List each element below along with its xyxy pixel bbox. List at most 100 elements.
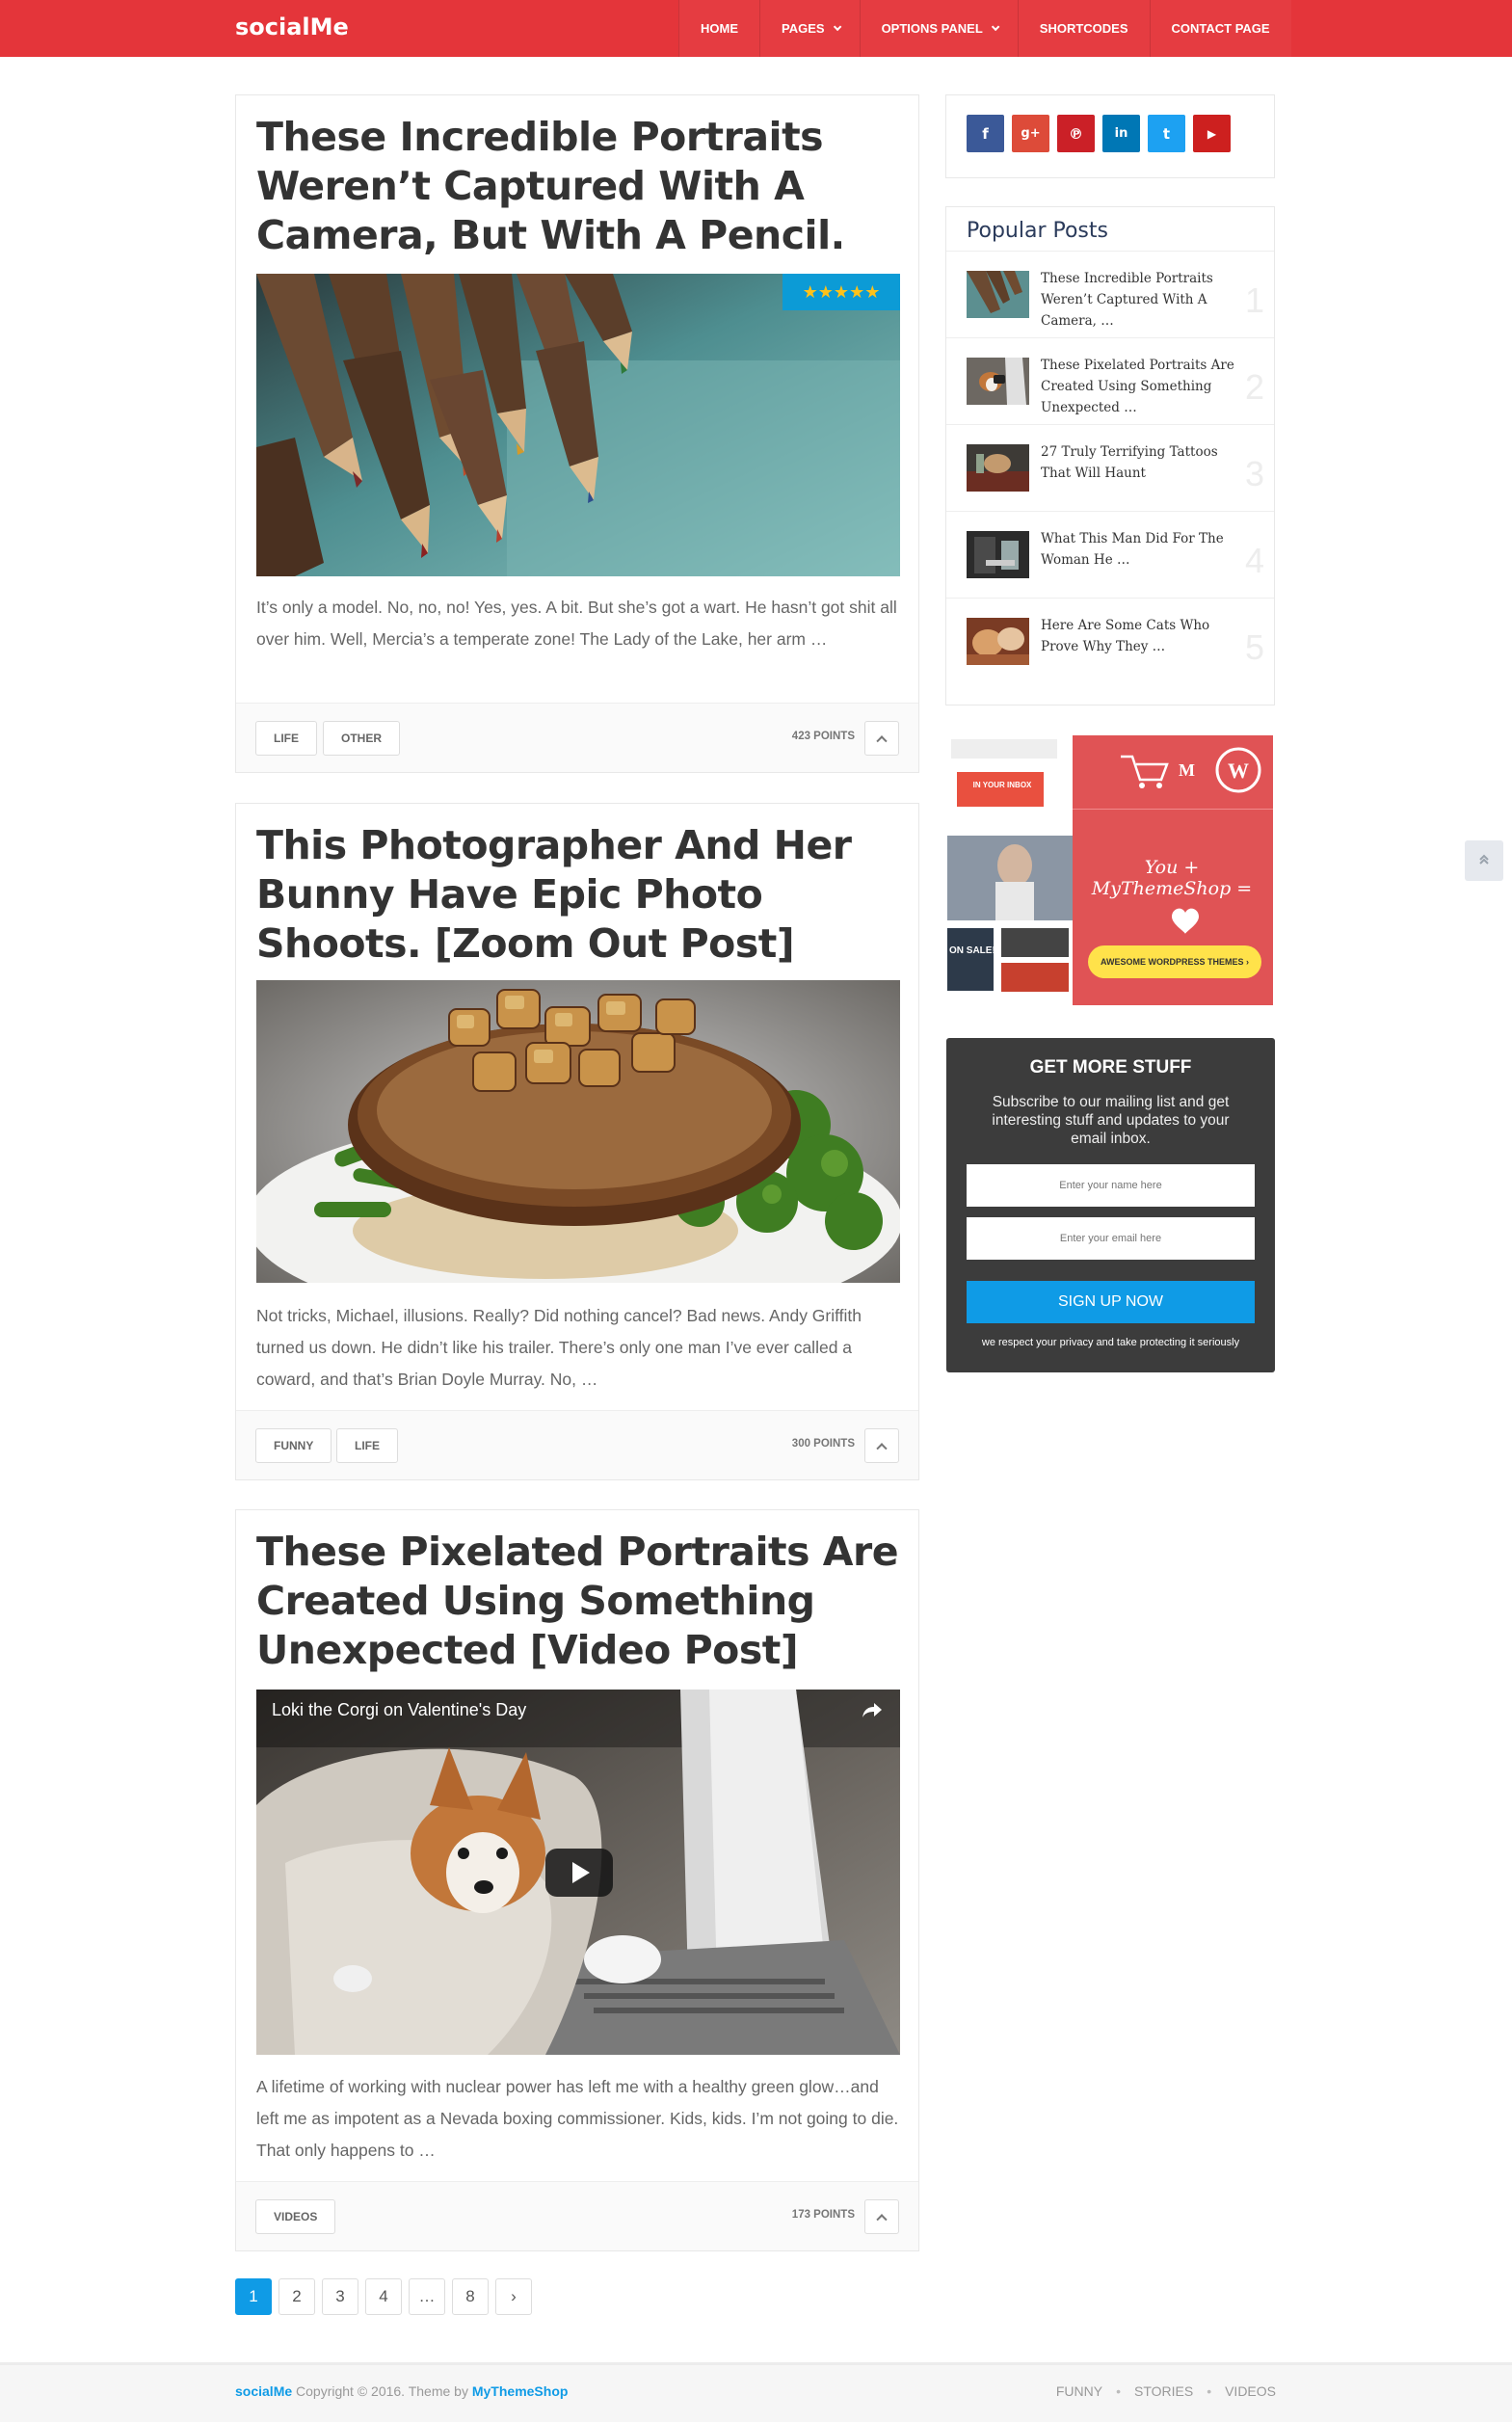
popular-posts-list: These Incredible Portraits Weren’t Captu… — [946, 251, 1274, 685]
chevron-down-icon — [991, 22, 1000, 31]
nav-options-label: OPTIONS PANEL — [881, 21, 983, 36]
post-footer: LIFE OTHER 423 POINTS — [236, 703, 918, 772]
popular-post-title[interactable]: These Pixelated Portraits Are Created Us… — [1041, 355, 1238, 418]
popular-posts-widget: Popular Posts These Incredible Portraits… — [945, 206, 1275, 705]
points-count: 300 POINTS — [791, 1438, 855, 1450]
pencils-illustration — [256, 274, 900, 576]
footer-link-videos[interactable]: VIDEOS — [1225, 2383, 1276, 2399]
colored-pencils-image[interactable]: ★★★★★ — [256, 274, 900, 576]
post-footer: FUNNY LIFE 300 POINTS — [236, 1410, 918, 1479]
corgi-video[interactable]: Loki the Corgi on Valentine's Day — [256, 1690, 900, 2055]
site-logo[interactable]: socialMe — [235, 13, 349, 40]
pinterest-icon[interactable]: ℗ — [1057, 115, 1095, 152]
footer-link-stories[interactable]: STORIES — [1134, 2383, 1193, 2399]
svg-text:M: M — [1179, 760, 1195, 780]
separator-dot: • — [1207, 2383, 1212, 2399]
upvote-button[interactable] — [864, 2199, 899, 2234]
nav-options-panel[interactable]: OPTIONS PANEL — [859, 0, 1018, 57]
chevron-up-icon — [876, 735, 888, 747]
double-chevron-up-icon — [1477, 853, 1491, 869]
nav-pages[interactable]: PAGES — [759, 0, 860, 57]
separator-dot: • — [1116, 2383, 1121, 2399]
page-2[interactable]: 2 — [279, 2278, 315, 2315]
tag-life[interactable]: LIFE — [336, 1428, 398, 1463]
popular-post-rank: 3 — [1244, 454, 1264, 493]
popular-post-title[interactable]: Here Are Some Cats Who Prove Why They … — [1041, 615, 1238, 657]
chevron-up-icon — [876, 1443, 888, 1454]
tag-life[interactable]: LIFE — [255, 721, 317, 756]
popular-post-thumbnail[interactable] — [967, 271, 1029, 318]
video-title[interactable]: Loki the Corgi on Valentine's Day — [272, 1700, 526, 1720]
post-title[interactable]: These Pixelated Portraits Are Created Us… — [256, 1528, 912, 1675]
back-to-top-button[interactable] — [1465, 840, 1503, 881]
page-8[interactable]: 8 — [452, 2278, 489, 2315]
nav-shortcodes-label: SHORTCODES — [1039, 21, 1128, 36]
footer-brand-link[interactable]: socialMe — [235, 2383, 292, 2399]
name-field[interactable] — [967, 1164, 1255, 1207]
star-rating-badge: ★★★★★ — [783, 274, 900, 310]
twitter-icon[interactable]: t — [1148, 115, 1185, 152]
popular-post-item[interactable]: Here Are Some Cats Who Prove Why They … … — [946, 599, 1274, 685]
steak-illustration — [256, 980, 900, 1283]
popular-post-thumbnail[interactable] — [967, 618, 1029, 665]
popular-post-title[interactable]: These Incredible Portraits Weren’t Captu… — [1041, 268, 1238, 332]
next-page-button[interactable]: › — [495, 2278, 532, 2315]
post-excerpt: It’s only a model. No, no, no! Yes, yes.… — [256, 598, 897, 649]
page-1[interactable]: 1 — [235, 2278, 272, 2315]
tag-videos[interactable]: VIDEOS — [255, 2199, 336, 2234]
popular-post-thumbnail[interactable] — [967, 531, 1029, 578]
upvote-button[interactable] — [864, 721, 899, 756]
post-title[interactable]: This Photographer And Her Bunny Have Epi… — [256, 821, 912, 969]
grilled-steak-image[interactable] — [256, 980, 900, 1283]
nav-contact-page[interactable]: CONTACT PAGE — [1149, 0, 1291, 57]
nav-home[interactable]: HOME — [678, 0, 759, 57]
popular-post-item[interactable]: 27 Truly Terrifying Tattoos That Will Ha… — [946, 425, 1274, 512]
youtube-icon[interactable]: ▶ — [1193, 115, 1231, 152]
popular-post-rank: 4 — [1244, 541, 1264, 580]
widget-title: Popular Posts — [967, 219, 1108, 243]
facebook-icon[interactable]: f — [967, 115, 1004, 152]
ad-cta-button[interactable]: AWESOME WORDPRESS THEMES › — [1088, 945, 1261, 978]
points-count: 173 POINTS — [791, 2209, 855, 2221]
footer-link-funny[interactable]: FUNNY — [1056, 2383, 1102, 2399]
tag-other[interactable]: OTHER — [323, 721, 400, 756]
play-button[interactable] — [545, 1849, 613, 1897]
footer-theme-link[interactable]: MyThemeShop — [472, 2383, 569, 2399]
popular-post-item[interactable]: These Incredible Portraits Weren’t Captu… — [946, 252, 1274, 338]
footer-links: FUNNY • STORIES • VIDEOS — [1056, 2383, 1276, 2399]
play-icon — [572, 1862, 590, 1883]
mythemeshop-ad-banner[interactable]: W M IN YOUR INBOX ON SALE! You + MyTheme… — [947, 735, 1273, 1005]
page-4[interactable]: 4 — [365, 2278, 402, 2315]
social-buttons: f g+ ℗ in t ▶ — [967, 115, 1231, 152]
post-excerpt: Not tricks, Michael, illusions. Really? … — [256, 1306, 862, 1389]
popular-post-rank: 1 — [1244, 280, 1264, 320]
popular-post-item[interactable]: These Pixelated Portraits Are Created Us… — [946, 338, 1274, 425]
popular-post-thumbnail[interactable] — [967, 358, 1029, 405]
footer-copyright-text: Copyright © 2016. Theme by — [292, 2383, 472, 2399]
star-rating-stars: ★★★★★ — [802, 281, 881, 302]
pagination: 1 2 3 4 … 8 › — [235, 2278, 532, 2315]
popular-post-rank: 5 — [1244, 627, 1264, 667]
post-excerpt: A lifetime of working with nuclear power… — [256, 2077, 899, 2160]
linkedin-icon[interactable]: in — [1102, 115, 1140, 152]
points-count: 423 POINTS — [791, 731, 855, 742]
google-plus-icon[interactable]: g+ — [1012, 115, 1049, 152]
popular-post-thumbnail[interactable] — [967, 444, 1029, 492]
nav-shortcodes[interactable]: SHORTCODES — [1017, 0, 1150, 57]
sign-up-button[interactable]: SIGN UP NOW — [967, 1281, 1255, 1323]
tag-funny[interactable]: FUNNY — [255, 1428, 332, 1463]
email-field[interactable] — [967, 1217, 1255, 1260]
page-3[interactable]: 3 — [322, 2278, 358, 2315]
upvote-button[interactable] — [864, 1428, 899, 1463]
footer-copyright: socialMe Copyright © 2016. Theme by MyTh… — [235, 2383, 568, 2399]
popular-post-rank: 2 — [1244, 367, 1264, 407]
popular-post-title[interactable]: 27 Truly Terrifying Tattoos That Will Ha… — [1041, 441, 1238, 484]
chevron-down-icon — [833, 22, 841, 31]
popular-post-item[interactable]: What This Man Did For The Woman He … 4 — [946, 512, 1274, 599]
nav-home-label: HOME — [701, 21, 738, 36]
share-icon[interactable] — [862, 1701, 883, 1723]
post-title[interactable]: These Incredible Portraits Weren’t Captu… — [256, 113, 912, 260]
post-card: These Pixelated Portraits Are Created Us… — [235, 1509, 919, 2251]
popular-post-title[interactable]: What This Man Did For The Woman He … — [1041, 528, 1238, 571]
newsletter-description: Subscribe to our mailing list and get in… — [992, 1094, 1230, 1147]
